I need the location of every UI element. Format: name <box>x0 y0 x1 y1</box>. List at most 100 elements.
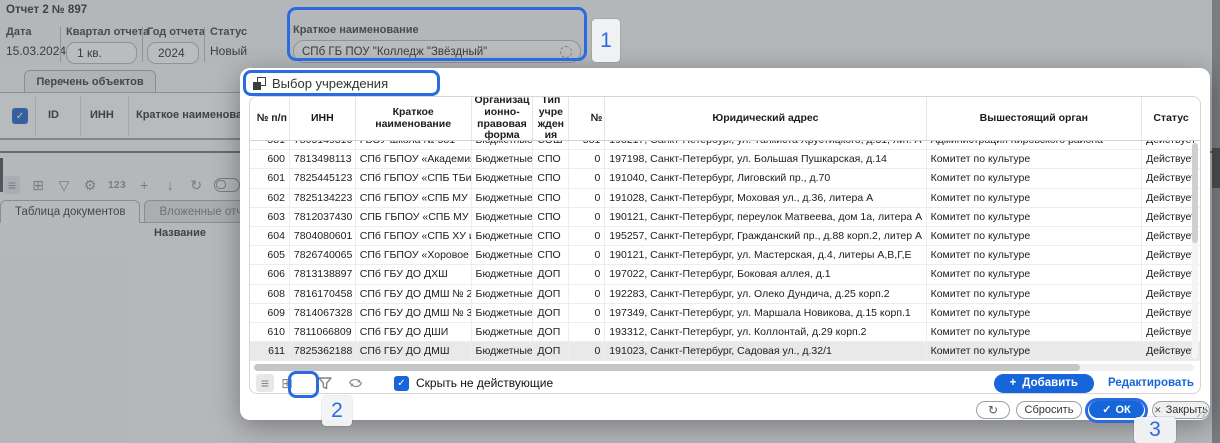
annotation-badge-3: 3 <box>1134 417 1176 443</box>
table-row[interactable]: 6097814067328СПб ГБУ ДО ДМШ № 33Бюджетны… <box>250 304 1200 323</box>
table-cell: Бюджетные <box>472 323 534 341</box>
table-cell: 0 <box>569 227 605 245</box>
table-cell: Бюджетные <box>472 208 534 226</box>
table-cell: СПб ГБПОУ «СПБ ТБиИТ» <box>356 169 472 187</box>
add-button[interactable]: + Добавить <box>994 374 1094 393</box>
table-cell: СПО <box>533 246 569 264</box>
table-cell: 190121, Санкт-Петербург, переулок Матвее… <box>605 208 926 226</box>
hide-inactive-checkbox[interactable]: ✓ <box>394 376 409 391</box>
list-view-icon[interactable]: ≡ <box>256 374 274 392</box>
table-cell: 7814067328 <box>290 304 356 322</box>
table-row[interactable]: 6117825362188СПб ГБУ ДО ДМШБюджетныеДОП0… <box>250 342 1200 361</box>
table-cell: 0 <box>569 265 605 283</box>
table-cell: СПО <box>533 189 569 207</box>
edit-link[interactable]: Редактировать <box>1108 377 1194 389</box>
table-row[interactable]: 6037812037430СПБ ГБПОУ «СПБ МУ им. НБюдж… <box>250 208 1200 227</box>
annotation-rect-short-name <box>287 7 587 61</box>
table-footer: ≡ ⊞ ✓ Скрыть не действующие + Добавить Р… <box>250 371 1200 394</box>
table-cell: 7825362188 <box>290 342 356 360</box>
table-cell: 0 <box>569 323 605 341</box>
table-cell: СПО <box>533 227 569 245</box>
table-row[interactable]: 6107811066809СПб ГБУ ДО ДШИБюджетныеДОП0… <box>250 323 1200 342</box>
table-cell: 197198, Санкт-Петербург, ул. Большая Пуш… <box>605 150 926 168</box>
table-cell: Бюджетные <box>472 150 534 168</box>
column-header[interactable]: Организационно-правовая форма <box>472 97 534 140</box>
table-cell: 0 <box>569 208 605 226</box>
table-cell: Бюджетные <box>472 169 534 187</box>
table-cell: Комитет по культуре <box>927 265 1143 283</box>
annotation-badge-2: 2 <box>322 396 352 426</box>
column-header[interactable]: Статус <box>1142 97 1200 140</box>
refresh-button[interactable]: ↻ <box>976 401 1010 419</box>
table-row[interactable]: 6007813498113СПб ГБПОУ «Академия танБюдж… <box>250 150 1200 169</box>
table-cell: Комитет по культуре <box>927 304 1143 322</box>
table-cell: СПб ГБУ ДО ДМШ № 33 <box>356 304 472 322</box>
table-cell: 7813138897 <box>290 265 356 283</box>
resize-handle-icon[interactable] <box>1197 407 1207 417</box>
column-header[interactable]: ИНН <box>290 97 356 140</box>
table-cell: Бюджетные <box>472 246 534 264</box>
table-cell: Комитет по культуре <box>927 169 1143 187</box>
table-cell: СПб ГБПОУ «СПБ ХУ им. Н <box>356 227 472 245</box>
table-cell: 7804080601 <box>290 227 356 245</box>
table-cell: ДОП <box>533 265 569 283</box>
column-header[interactable]: Вышестоящий орган <box>927 97 1143 140</box>
table-row[interactable]: 6017825445123СПб ГБПОУ «СПБ ТБиИТ»Бюджет… <box>250 169 1200 188</box>
table-cell: 197349, Санкт-Петербург, ул. Маршала Нов… <box>605 304 926 322</box>
column-header[interactable]: Тип учреждения <box>533 97 569 140</box>
table-cell: 195257, Санкт-Петербург, Гражданский пр.… <box>605 227 926 245</box>
table-row[interactable]: 5817805149310ГБОУ школа № 581БюджетныеСО… <box>250 141 1200 150</box>
institution-select-dialog: Выбор учреждения № п/пИННКраткое наимено… <box>240 68 1210 420</box>
table-cell: Бюджетные <box>472 342 534 360</box>
dialog-table-viewport[interactable]: 5817805149310ГБОУ школа № 581БюджетныеСО… <box>250 141 1200 361</box>
table-cell: ГБОУ школа № 581 <box>356 141 472 149</box>
table-row[interactable]: 6047804080601СПб ГБПОУ «СПБ ХУ им. НБюдж… <box>250 227 1200 246</box>
table-cell: 610 <box>250 323 290 341</box>
table-row[interactable]: 6057826740065СПб ГБПОУ «Хоровое училБюдж… <box>250 246 1200 265</box>
table-cell: СПО <box>533 169 569 187</box>
table-cell: 7816170458 <box>290 285 356 303</box>
table-cell: 581 <box>250 141 290 149</box>
table-cell: СПБ ГБПОУ «СПБ МУ им. Н <box>356 208 472 226</box>
table-vscrollbar[interactable] <box>1192 143 1198 359</box>
column-header[interactable]: Краткое наименование <box>356 97 472 140</box>
table-cell: СПО <box>533 208 569 226</box>
table-row[interactable]: 6087816170458СПб ГБУ ДО ДМШ № 24Бюджетны… <box>250 285 1200 304</box>
table-cell: Комитет по культуре <box>927 246 1143 264</box>
table-cell: Комитет по культуре <box>927 208 1143 226</box>
table-cell: 0 <box>569 304 605 322</box>
column-header[interactable]: № п/п <box>250 97 290 140</box>
table-cell: 7826740065 <box>290 246 356 264</box>
table-cell: 606 <box>250 265 290 283</box>
close-icon: ✕ <box>1154 405 1162 416</box>
table-cell: 193312, Санкт-Петербург, ул. Коллонтай, … <box>605 323 926 341</box>
table-cell: 192283, Санкт-Петербург, ул. Олеко Дунди… <box>605 285 926 303</box>
dialog-footer: ↻ Сбросить ✓ ОК ✕ Закрыть <box>240 400 1210 420</box>
table-cell: 605 <box>250 246 290 264</box>
annotation-rect-filter <box>288 371 319 398</box>
table-cell: 7805149310 <box>290 141 356 149</box>
table-cell: 608 <box>250 285 290 303</box>
table-row[interactable]: 6027825134223СПб ГБПОУ «СПБ МУ им. МБюдж… <box>250 189 1200 208</box>
table-cell: 198217, Санкт-Петербург, ул. Танкиста Хр… <box>605 141 926 149</box>
annotation-rect-dialog-title <box>243 70 440 96</box>
table-cell: 0 <box>569 150 605 168</box>
table-cell: 7825134223 <box>290 189 356 207</box>
table-cell: 197022, Санкт-Петербург, Боковая аллея, … <box>605 265 926 283</box>
table-cell: 0 <box>569 342 605 360</box>
table-cell: 602 <box>250 189 290 207</box>
column-header[interactable]: Юридический адрес <box>605 97 926 140</box>
table-cell: СПб ГБПОУ «Хоровое учил <box>356 246 472 264</box>
table-cell: Бюджетные <box>472 227 534 245</box>
add-button-label: Добавить <box>1022 377 1078 389</box>
column-header[interactable]: № <box>569 97 605 140</box>
table-cell: 0 <box>569 189 605 207</box>
refresh-icon[interactable] <box>346 374 364 392</box>
table-cell: Бюджетные <box>472 304 534 322</box>
table-row[interactable]: 6067813138897СПб ГБУ ДО ДХШБюджетныеДОП0… <box>250 265 1200 284</box>
table-hscrollbar[interactable] <box>254 364 1194 371</box>
annotation-badge-1: 1 <box>592 19 620 62</box>
table-cell: Администрация Кировского района <box>927 141 1143 149</box>
table-cell: 7825445123 <box>290 169 356 187</box>
reset-button[interactable]: Сбросить <box>1016 401 1082 419</box>
